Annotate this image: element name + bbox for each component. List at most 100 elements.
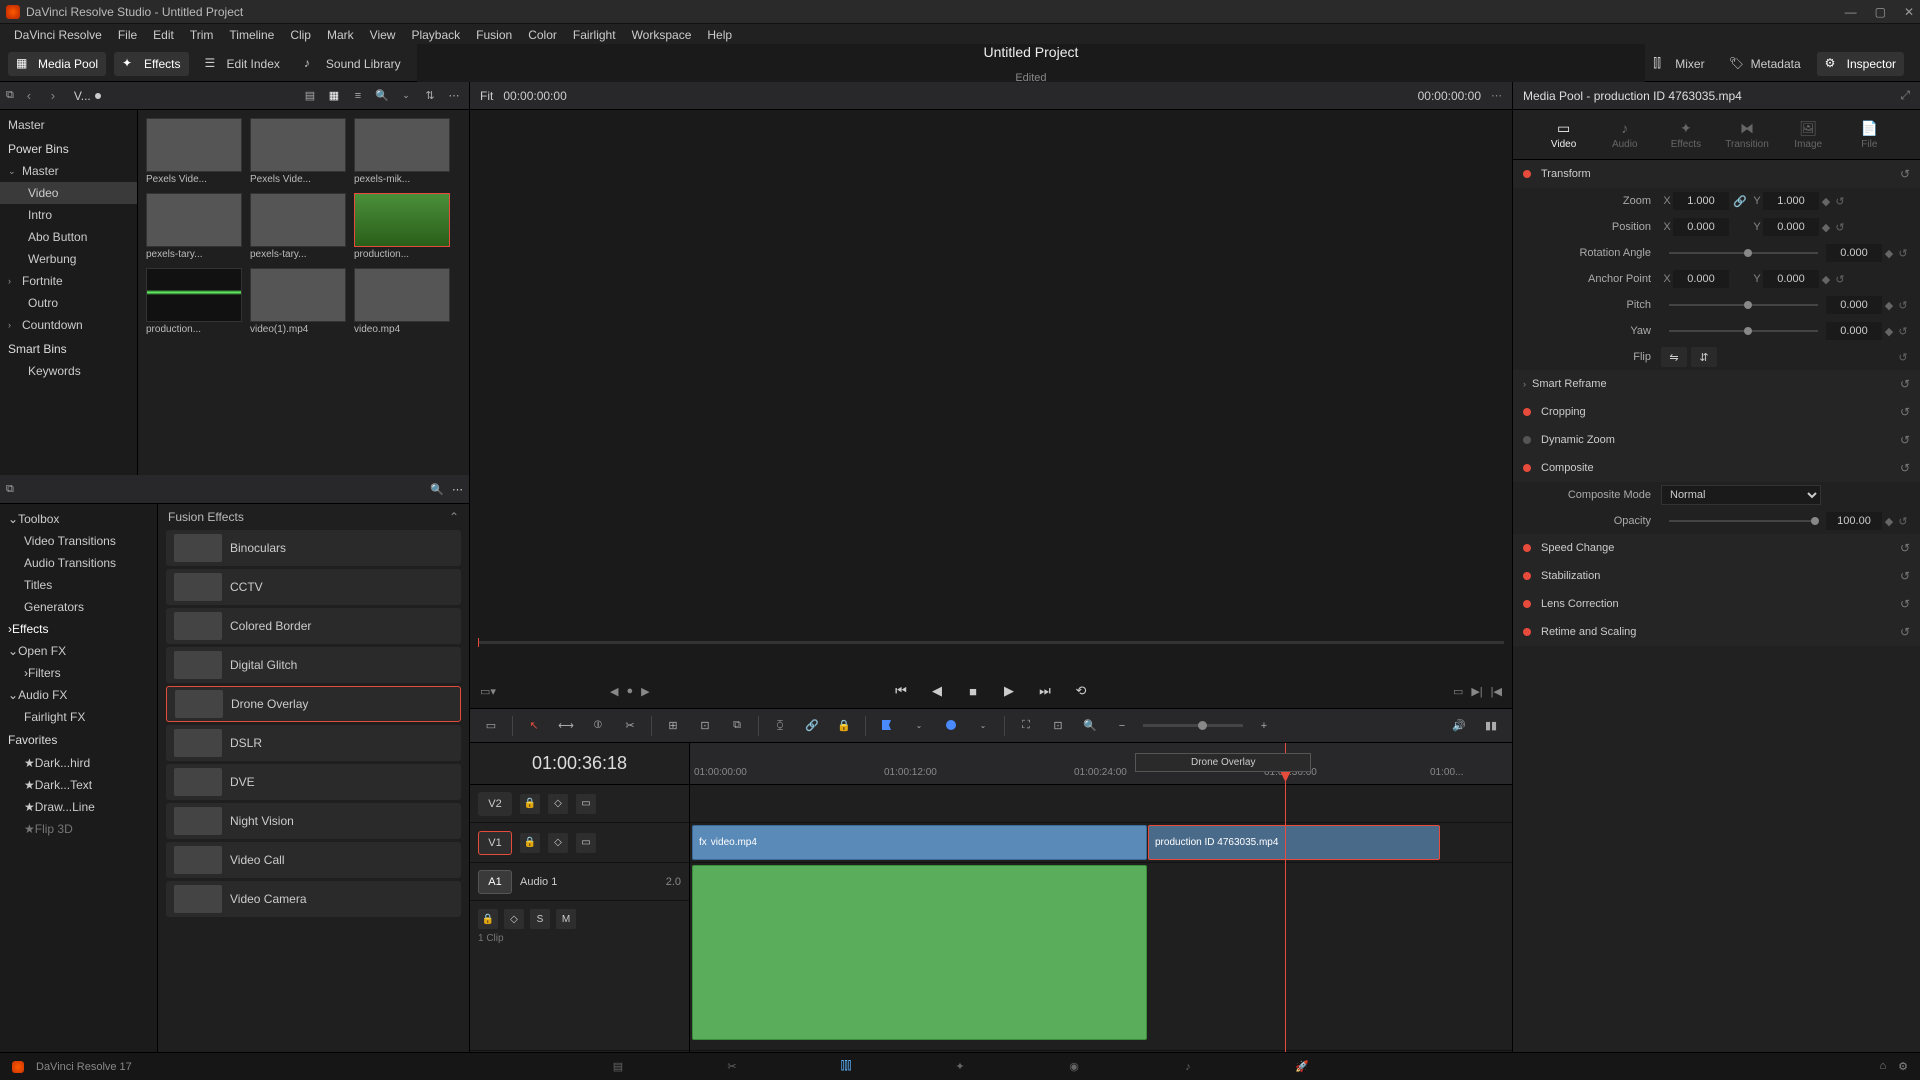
lens-correction-header[interactable]: Lens Correction↺ — [1513, 590, 1920, 618]
timeline-view-options[interactable]: ▭ — [480, 715, 502, 737]
timeline-clip-video2[interactable]: production ID 4763035.mp4 — [1148, 825, 1440, 860]
menu-color[interactable]: Color — [520, 28, 565, 42]
fx-audio-transitions[interactable]: Audio Transitions — [0, 552, 157, 574]
bin-pb-master[interactable]: ⌄Master — [0, 160, 137, 182]
timeline-clip-audio1[interactable] — [692, 865, 1147, 1040]
track-arm-a1[interactable]: ◇ — [504, 909, 524, 929]
keyframe-button[interactable]: ◆ — [1819, 273, 1833, 286]
track-lock-v2[interactable]: 🔒 — [520, 794, 540, 814]
zoom-custom-button[interactable]: 🔍 — [1079, 715, 1101, 737]
anchor-y-input[interactable]: 0.000 — [1763, 270, 1819, 288]
fx-fav3[interactable]: ★ Draw...Line — [0, 796, 157, 818]
reset-param-button[interactable]: ↺ — [1896, 325, 1910, 338]
nav-back-button[interactable]: ‹ — [20, 88, 38, 103]
composite-mode-select[interactable]: Normal — [1661, 485, 1821, 505]
media-pool-toggle[interactable]: ▦ Media Pool — [8, 52, 106, 76]
yaw-slider[interactable] — [1669, 330, 1818, 332]
viewer-timecode-right[interactable]: 00:00:00:00 — [1418, 89, 1481, 103]
clip-thumb[interactable]: video.mp4 — [354, 268, 450, 335]
page-fairlight[interactable]: ♪ — [1176, 1058, 1200, 1076]
viewer-canvas[interactable] — [470, 110, 1512, 674]
zoom-detail-button[interactable]: ⊡ — [1047, 715, 1069, 737]
menu-help[interactable]: Help — [699, 28, 740, 42]
cropping-header[interactable]: Cropping↺ — [1513, 398, 1920, 426]
bin-keywords[interactable]: Keywords — [0, 360, 137, 382]
fx-category-header[interactable]: Fusion Effects ⌃ — [158, 504, 469, 530]
prev-edit-button[interactable]: ◀ — [610, 685, 618, 698]
fx-item-digital-glitch[interactable]: Digital Glitch — [166, 647, 461, 683]
pitch-input[interactable]: 0.000 — [1826, 296, 1882, 314]
dynamic-trim-tool[interactable]: ⦶ — [587, 715, 609, 737]
track-lock-a1[interactable]: 🔒 — [478, 909, 498, 929]
inspector-tab-transition[interactable]: ⧓Transition — [1723, 119, 1771, 150]
loop-button[interactable]: ⟲ — [1070, 683, 1092, 699]
menu-trim[interactable]: Trim — [182, 28, 222, 42]
enable-dot-icon[interactable] — [1523, 464, 1531, 472]
reset-param-button[interactable]: ↺ — [1896, 247, 1910, 260]
page-fusion[interactable]: ✦ — [948, 1058, 972, 1076]
track-enable-v1[interactable]: ▭ — [576, 833, 596, 853]
play-button[interactable]: ▶ — [998, 683, 1020, 699]
enable-dot-icon[interactable] — [1523, 544, 1531, 552]
fx-titles[interactable]: Titles — [0, 574, 157, 596]
metadata-view-button[interactable]: ▤ — [301, 87, 319, 105]
audio-monitor-button[interactable]: 🔊 — [1448, 715, 1470, 737]
zoom-in-button[interactable]: + — [1253, 715, 1275, 737]
clip-thumb[interactable]: Pexels Vide... — [250, 118, 346, 185]
keyframe-button[interactable]: ◆ — [1819, 195, 1833, 208]
fx-fav4[interactable]: ★ Flip 3D — [0, 818, 157, 840]
lock-toggle[interactable]: 🔒 — [833, 715, 855, 737]
fx-item-binoculars[interactable]: Binoculars — [166, 530, 461, 566]
stabilization-header[interactable]: Stabilization↺ — [1513, 562, 1920, 590]
zoom-full-button[interactable]: ⛶ — [1015, 715, 1037, 737]
link-toggle[interactable]: 🔗 — [801, 715, 823, 737]
reset-param-button[interactable]: ↺ — [1896, 299, 1910, 312]
inspector-tab-file[interactable]: 📄File — [1845, 119, 1893, 150]
anchor-x-input[interactable]: 0.000 — [1673, 270, 1729, 288]
reset-param-button[interactable]: ↺ — [1896, 515, 1910, 528]
zoom-fit-dropdown[interactable]: Fit — [480, 89, 493, 103]
menu-davinci[interactable]: DaVinci Resolve — [6, 28, 110, 42]
zoom-slider[interactable] — [1143, 724, 1243, 727]
track-solo-a1[interactable]: S — [530, 909, 550, 929]
menu-clip[interactable]: Clip — [282, 28, 319, 42]
selection-tool[interactable]: ↖ — [523, 715, 545, 737]
page-cut[interactable]: ✂ — [720, 1058, 744, 1076]
enable-dot-icon[interactable] — [1523, 436, 1531, 444]
timeline-timecode[interactable]: 01:00:36:18 — [470, 743, 689, 785]
yaw-input[interactable]: 0.000 — [1826, 322, 1882, 340]
timeline-body[interactable]: Drone Overlay ↖ ▫ 01:00:00:00 01:00:12:0… — [690, 743, 1512, 1052]
inspector-tab-video[interactable]: ▭Video — [1540, 119, 1588, 150]
menu-fairlight[interactable]: Fairlight — [565, 28, 624, 42]
menu-playback[interactable]: Playback — [403, 28, 468, 42]
options-button[interactable]: ⋯ — [445, 87, 463, 105]
track-v1-button[interactable]: V1 — [478, 831, 512, 855]
match-frame-button[interactable]: ▭ — [1453, 685, 1463, 698]
track-lane-v2[interactable] — [690, 785, 1512, 823]
go-end-button[interactable]: ⏭ — [1034, 683, 1056, 699]
page-color[interactable]: ◉ — [1062, 1058, 1086, 1076]
page-deliver[interactable]: 🚀 — [1290, 1058, 1314, 1076]
flip-v-button[interactable]: ⇵ — [1691, 347, 1717, 367]
zoom-y-input[interactable]: 1.000 — [1763, 192, 1819, 210]
pos-x-input[interactable]: 0.000 — [1673, 218, 1729, 236]
fx-effects[interactable]: ›Effects — [0, 618, 157, 640]
track-a1-button[interactable]: A1 — [478, 870, 512, 894]
speed-change-header[interactable]: Speed Change↺ — [1513, 534, 1920, 562]
viewer-timecode-left[interactable]: 00:00:00:00 — [503, 89, 566, 103]
overwrite-clip-button[interactable]: ⊡ — [694, 715, 716, 737]
metadata-toggle[interactable]: 🏷 Metadata — [1721, 52, 1809, 76]
timeline-clip-video1[interactable]: fx video.mp4 — [692, 825, 1147, 860]
insert-mode-button[interactable]: ▭▾ — [480, 685, 496, 698]
rotation-slider[interactable] — [1669, 252, 1818, 254]
edit-index-toggle[interactable]: ☰ Edit Index — [197, 52, 288, 76]
go-start-button[interactable]: ⏮ — [890, 683, 912, 699]
viewer-scrubber[interactable] — [478, 641, 1504, 644]
reset-button[interactable]: ↺ — [1900, 541, 1910, 555]
clip-thumb[interactable]: pexels-tary... — [146, 193, 242, 260]
fx-item-dslr[interactable]: DSLR — [166, 725, 461, 761]
pos-y-input[interactable]: 0.000 — [1763, 218, 1819, 236]
dynamic-zoom-header[interactable]: Dynamic Zoom↺ — [1513, 426, 1920, 454]
project-settings-button[interactable]: ⚙ — [1898, 1060, 1908, 1073]
reset-button[interactable]: ↺ — [1900, 597, 1910, 611]
